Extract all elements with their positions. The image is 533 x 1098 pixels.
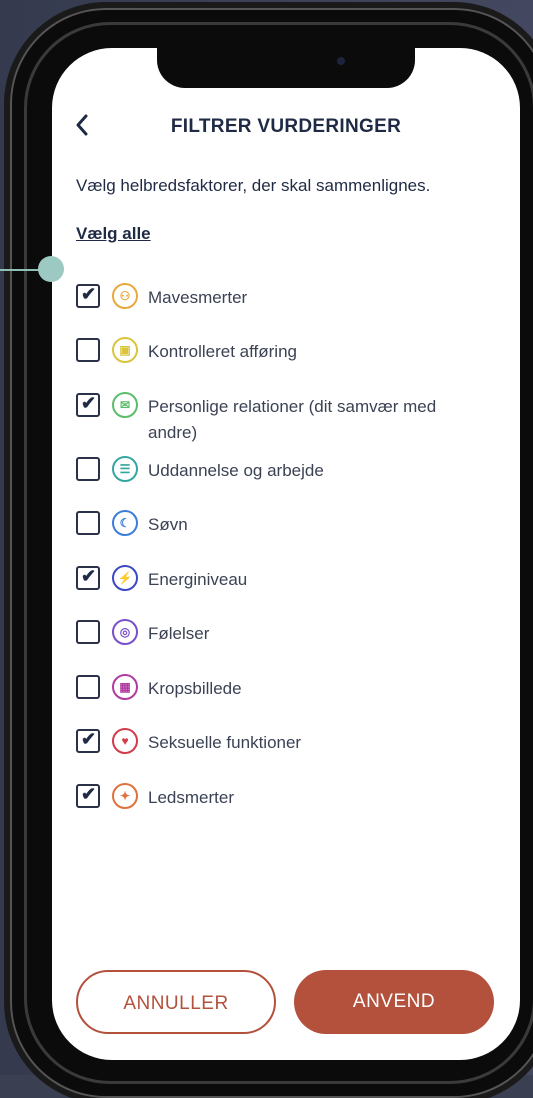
factor-checkbox[interactable]: ✔	[76, 784, 100, 808]
joint-icon: ✦	[112, 783, 138, 809]
factor-label: Uddannelse og arbejde	[148, 461, 324, 480]
icon-glyph: ✉	[119, 398, 131, 412]
lightning-icon: ⚡	[112, 565, 138, 591]
checkmark-icon: ✔	[81, 729, 97, 749]
factor-checkbox[interactable]	[76, 457, 100, 481]
factor-checkbox[interactable]: ✔	[76, 729, 100, 753]
icon-glyph: ☾	[119, 516, 131, 530]
body-image-icon: ▦	[112, 674, 138, 700]
factor-checkbox[interactable]	[76, 511, 100, 535]
icon-glyph: ♥	[121, 734, 129, 748]
icon-glyph: ⚡	[117, 571, 133, 585]
toilet-icon: ▣	[112, 337, 138, 363]
callout-marker	[38, 256, 64, 282]
factor-label: Kontrolleret afføring	[148, 342, 297, 361]
factor-checkbox[interactable]	[76, 675, 100, 699]
factor-checkbox[interactable]: ✔	[76, 393, 100, 417]
factor-checkbox[interactable]: ✔	[76, 566, 100, 590]
factor-label: Søvn	[148, 515, 188, 534]
page-title: FILTRER VURDERINGER	[170, 116, 402, 137]
checkmark-icon: ✔	[81, 393, 97, 413]
apply-button[interactable]: ANVEND	[294, 970, 494, 1034]
factor-checkbox[interactable]	[76, 620, 100, 644]
checkmark-icon: ✔	[81, 284, 97, 304]
icon-glyph: ▣	[119, 343, 131, 357]
factor-label: Ledsmerter	[148, 788, 234, 807]
icon-glyph: ✦	[119, 789, 131, 803]
chat-icon: ✉	[112, 392, 138, 418]
factor-checkbox[interactable]: ✔	[76, 284, 100, 308]
icon-glyph: ▦	[119, 680, 131, 694]
header: FILTRER VURDERINGER	[52, 112, 520, 148]
checkmark-icon: ✔	[81, 784, 97, 804]
icon-glyph: ◎	[119, 625, 131, 639]
factor-checkbox[interactable]	[76, 338, 100, 362]
document-icon: ☰	[112, 456, 138, 482]
moon-icon: ☾	[112, 510, 138, 536]
factor-label: Kropsbillede	[148, 679, 242, 698]
stomach-icon: ⚇	[112, 283, 138, 309]
factor-label: Seksuelle funktioner	[148, 733, 302, 752]
icon-glyph: ☰	[119, 462, 131, 476]
instruction-text: Vælg helbredsfaktorer, der skal sammenli…	[76, 176, 431, 195]
heart-icon: ♥	[112, 728, 138, 754]
factor-label: Energiniveau	[148, 570, 248, 589]
notch	[157, 48, 415, 88]
factor-label: Personlige relationer (dit samvær med an…	[148, 397, 437, 442]
checkmark-icon: ✔	[81, 566, 97, 586]
icon-glyph: ⚇	[119, 289, 131, 303]
phone-frame: FILTRER VURDERINGER Vælg helbredsfaktore…	[10, 8, 533, 1098]
cancel-button[interactable]: ANNULLER	[76, 970, 276, 1034]
camera-icon	[337, 57, 345, 65]
select-all-link[interactable]: Vælg alle	[76, 224, 151, 244]
factor-label: Mavesmerter	[148, 288, 248, 307]
emotions-icon: ◎	[112, 619, 138, 645]
app-screen: FILTRER VURDERINGER Vælg helbredsfaktore…	[52, 48, 520, 1060]
factor-label: Følelser	[148, 624, 210, 643]
